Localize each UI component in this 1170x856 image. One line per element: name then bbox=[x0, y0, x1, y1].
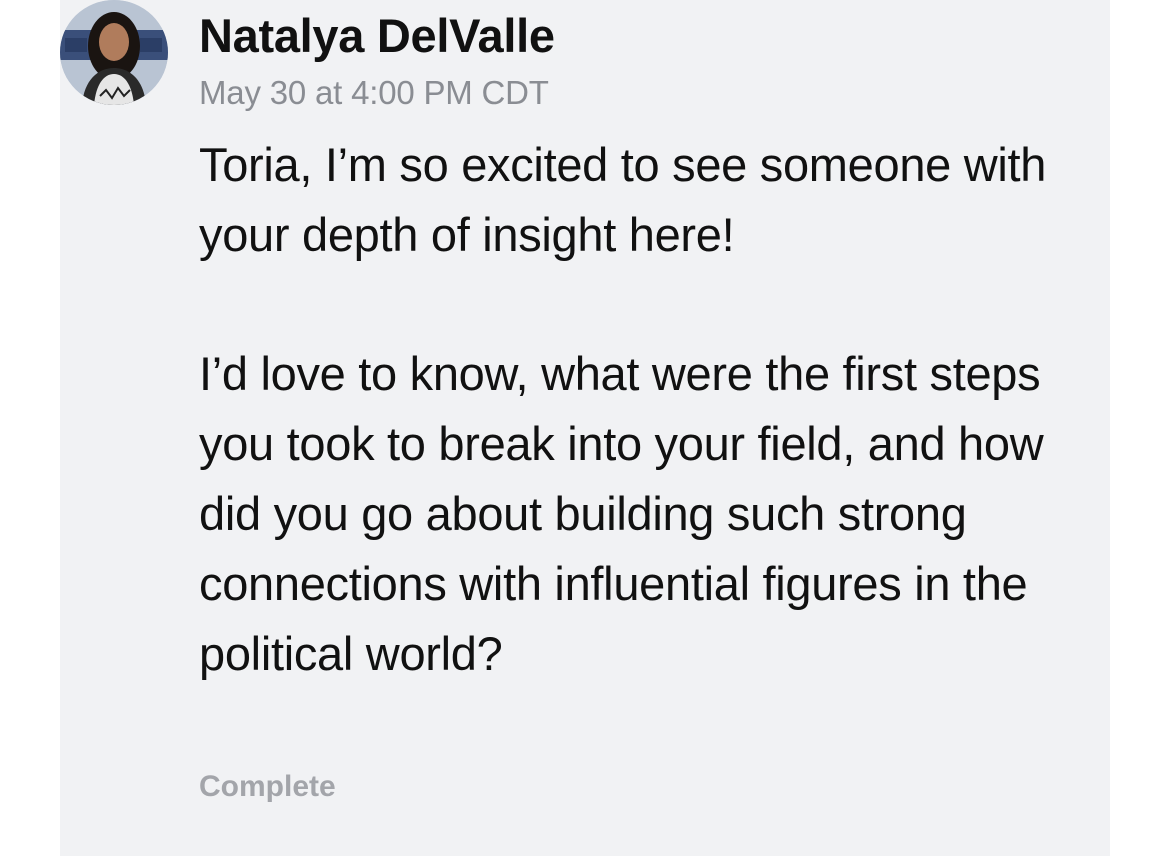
avatar[interactable] bbox=[60, 0, 168, 105]
avatar-photo-icon bbox=[60, 0, 168, 105]
comment-body: Toria, I’m so excited to see someone wit… bbox=[199, 130, 1104, 688]
comment-timestamp: May 30 at 4:00 PM CDT bbox=[199, 74, 549, 111]
author-name[interactable]: Natalya DelValle bbox=[199, 8, 555, 63]
comment-paragraph: I’d love to know, what were the first st… bbox=[199, 347, 1044, 680]
comment-view: Natalya DelValle May 30 at 4:00 PM CDT T… bbox=[0, 0, 1170, 856]
comment-status: Complete bbox=[199, 770, 336, 803]
comment-paragraph: Toria, I’m so excited to see someone wit… bbox=[199, 138, 1047, 261]
